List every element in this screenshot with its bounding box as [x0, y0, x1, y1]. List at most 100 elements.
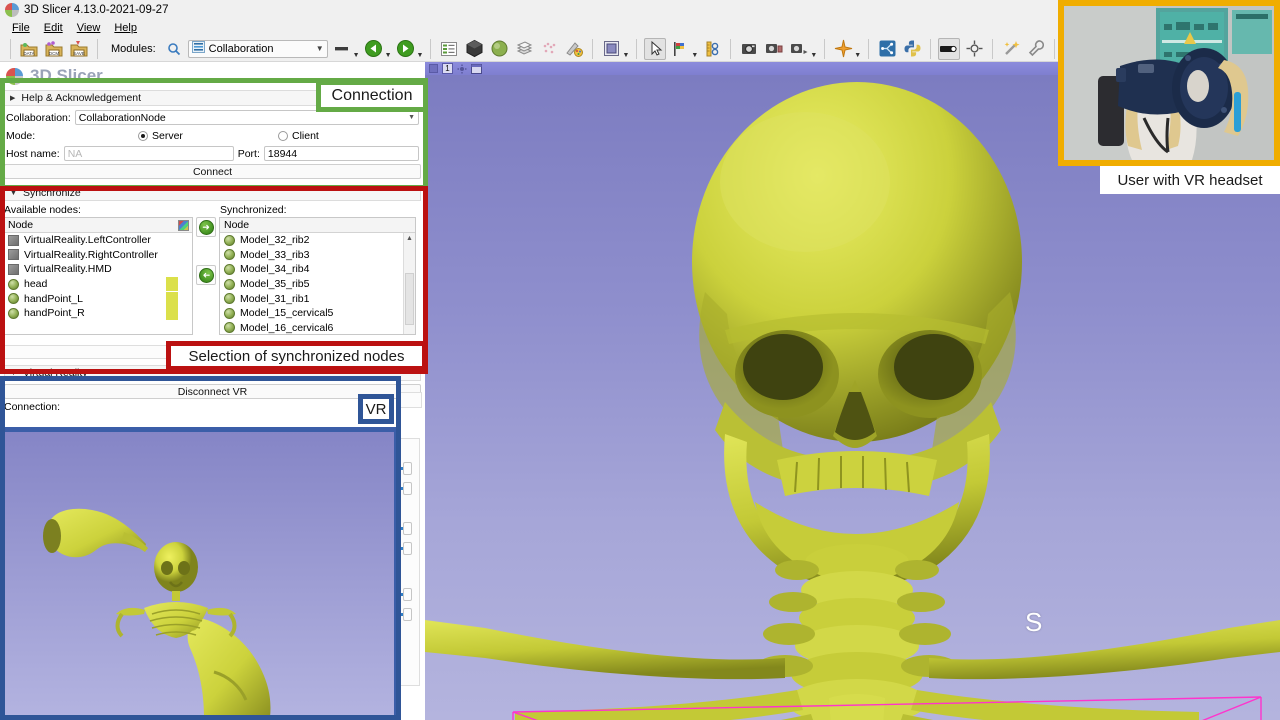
- markups-icon[interactable]: [538, 38, 560, 60]
- synchronized-list-scrollbar[interactable]: ▲: [403, 233, 415, 334]
- node-color-swatch[interactable]: [166, 277, 178, 291]
- available-nodes-caption: Available nodes:: [4, 204, 193, 216]
- add-to-synchronized-button[interactable]: ➜: [196, 217, 216, 237]
- toolbar-separator: [930, 39, 931, 59]
- slider-knob[interactable]: [403, 482, 412, 495]
- vr-node-icon: [8, 264, 19, 275]
- hostname-placeholder: NA: [68, 148, 83, 160]
- menu-item-help[interactable]: Help: [108, 21, 143, 35]
- model-node-icon: [224, 279, 235, 290]
- arrow-left-circle-green-icon: ➜: [199, 268, 214, 283]
- list-item[interactable]: handPoint_L: [4, 291, 192, 306]
- slider-knob[interactable]: [403, 462, 412, 475]
- list-item[interactable]: VirtualReality.RightController: [4, 248, 192, 263]
- node-color-swatch[interactable]: [166, 292, 178, 306]
- magnifier-icon[interactable]: [163, 38, 185, 60]
- vr-settings-sliders-panel: [396, 438, 420, 686]
- list-item[interactable]: handPoint_R: [4, 306, 192, 321]
- list-item[interactable]: Model_34_rib4: [220, 262, 415, 277]
- chevron-down-icon[interactable]: ▼: [417, 52, 424, 61]
- slider-knob[interactable]: [403, 588, 412, 601]
- igt-blue-icon[interactable]: [876, 38, 898, 60]
- layers-icon[interactable]: [513, 38, 535, 60]
- annotation-connection-label: Connection: [332, 87, 413, 105]
- settings-stub-box[interactable]: [398, 392, 422, 408]
- menu-item-edit[interactable]: Edit: [38, 21, 69, 35]
- mode-server-radio[interactable]: Server: [138, 130, 278, 142]
- chevron-down-icon: ▼: [10, 370, 17, 377]
- crosshair-plus-icon[interactable]: [832, 38, 854, 60]
- camera-icon[interactable]: [738, 38, 760, 60]
- slicer-brand-label: 3D Slicer: [30, 66, 103, 86]
- collaboration-node-selector[interactable]: CollaborationNode ▼: [75, 110, 419, 125]
- chevron-down-icon[interactable]: ▼: [622, 52, 629, 61]
- list-item[interactable]: head: [4, 277, 192, 292]
- toolbar-separator: [992, 39, 993, 59]
- synchronize-section-header[interactable]: ▼ Synchronize: [4, 185, 421, 201]
- node-color-swatch[interactable]: [166, 306, 178, 320]
- dark-cube-icon[interactable]: [463, 38, 485, 60]
- menu-item-view[interactable]: View: [71, 21, 107, 35]
- chevron-down-icon[interactable]: ▼: [385, 52, 392, 61]
- wrench-icon[interactable]: [1025, 38, 1047, 60]
- slider-knob[interactable]: [403, 608, 412, 621]
- list-item[interactable]: Model_31_rib1: [220, 291, 415, 306]
- ruler-icon[interactable]: [701, 38, 723, 60]
- python-icon[interactable]: [901, 38, 923, 60]
- scroll-up-icon[interactable]: ▲: [404, 233, 415, 244]
- synchronized-nodes-caption: Synchronized:: [220, 204, 416, 216]
- hostname-input[interactable]: NA: [64, 146, 234, 161]
- flag-color-icon[interactable]: [669, 38, 691, 60]
- cursor-arrow-icon[interactable]: [644, 38, 666, 60]
- center-target-icon[interactable]: [963, 38, 985, 60]
- vr-headset-icon[interactable]: [938, 38, 960, 60]
- color-column-header[interactable]: [178, 220, 192, 231]
- available-nodes-list[interactable]: Node VirtualReality.LeftController Virtu…: [3, 217, 193, 335]
- module-history-button[interactable]: [331, 38, 353, 60]
- load-dicom-button[interactable]: DCM: [43, 38, 65, 60]
- camera-capture-icon[interactable]: [788, 38, 810, 60]
- model-node-icon: [224, 264, 235, 275]
- chevron-down-icon[interactable]: ▼: [854, 52, 861, 61]
- model-node-icon: [224, 322, 235, 333]
- magic-wand-icon[interactable]: [1000, 38, 1022, 60]
- list-item[interactable]: Model_33_rib3: [220, 248, 415, 263]
- synchronized-nodes-list[interactable]: Node Model_32_rib2 Model_33_rib3 Model_3…: [219, 217, 416, 335]
- list-item[interactable]: VirtualReality.HMD: [4, 262, 192, 277]
- connect-button[interactable]: Connect: [4, 164, 421, 179]
- toolbar-separator: [430, 39, 431, 59]
- list-item[interactable]: VirtualReality.LeftController: [4, 233, 192, 248]
- chevron-down-icon[interactable]: ▼: [691, 52, 698, 61]
- chevron-down-icon[interactable]: ▼: [353, 52, 360, 61]
- panel-list-icon[interactable]: [438, 38, 460, 60]
- save-data-button[interactable]: SAVE: [68, 38, 90, 60]
- scrollbar-thumb[interactable]: [405, 273, 414, 325]
- list-item[interactable]: Model_32_rib2: [220, 233, 415, 248]
- toolbar-separator: [824, 39, 825, 59]
- green-sphere-icon[interactable]: [488, 38, 510, 60]
- slider-knob[interactable]: [403, 542, 412, 555]
- list-item[interactable]: Model_16_cervical6: [220, 321, 415, 336]
- model-node-icon: [8, 293, 19, 304]
- remove-from-synchronized-button[interactable]: ➜: [196, 265, 216, 285]
- vr-mirror-viewport[interactable]: [0, 427, 398, 720]
- list-item-label: handPoint_L: [24, 293, 83, 305]
- menu-item-file[interactable]: File: [6, 21, 36, 35]
- module-selector[interactable]: Collaboration ▼: [188, 40, 328, 58]
- layout-square-icon[interactable]: [600, 38, 622, 60]
- port-input[interactable]: 18944: [264, 146, 419, 161]
- palette-brush-icon[interactable]: [563, 38, 585, 60]
- load-data-button[interactable]: DATA: [18, 38, 40, 60]
- mode-client-radio[interactable]: Client: [278, 130, 319, 142]
- menu-item-help-label: Help: [114, 22, 137, 34]
- chevron-down-icon[interactable]: ▼: [810, 52, 817, 61]
- next-module-button[interactable]: [395, 38, 417, 60]
- previous-module-button[interactable]: [363, 38, 385, 60]
- camera-scene-icon[interactable]: [763, 38, 785, 60]
- available-nodes-column: Available nodes: Node VirtualReality.Lef…: [3, 203, 193, 335]
- toolbar-separator: [97, 39, 98, 59]
- list-item[interactable]: Model_35_rib5: [220, 277, 415, 292]
- model-node-icon: [224, 249, 235, 260]
- slider-knob[interactable]: [403, 522, 412, 535]
- list-item[interactable]: Model_15_cervical5: [220, 306, 415, 321]
